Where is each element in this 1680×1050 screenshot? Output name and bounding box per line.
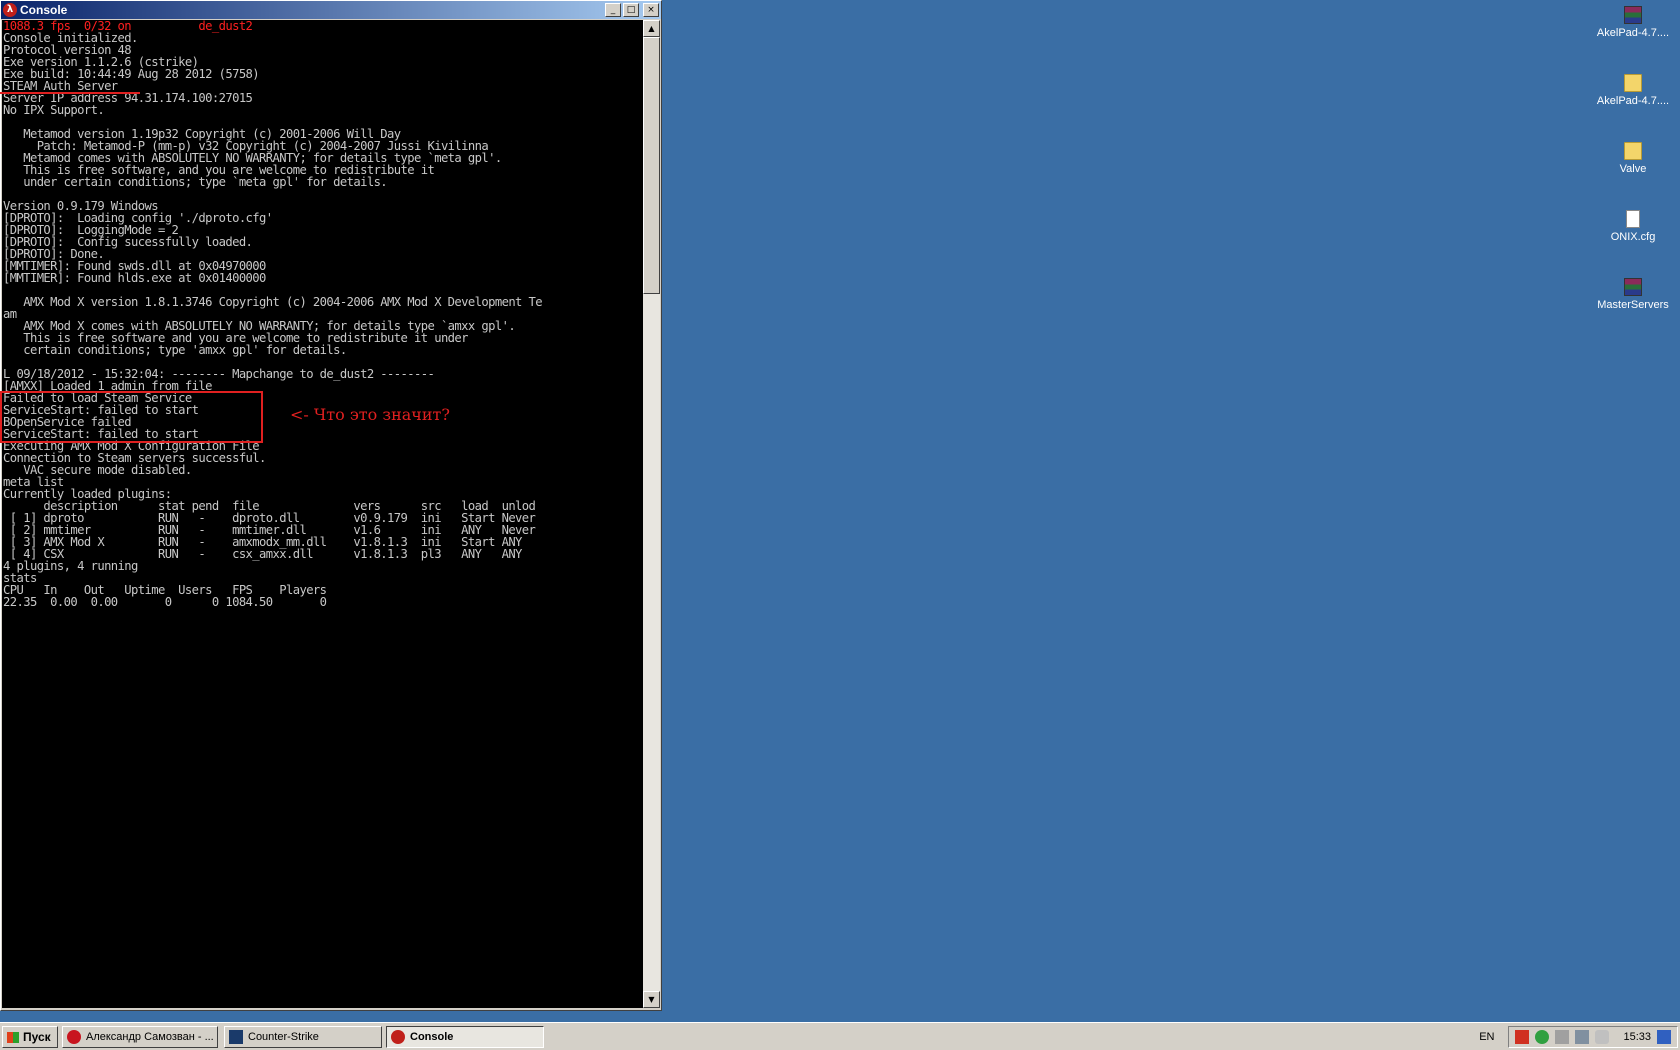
task-label: Александр Самозван - ... bbox=[86, 1031, 214, 1043]
console-line: VAC secure mode disabled. bbox=[3, 463, 192, 477]
task-opera[interactable]: Александр Самозван - ... bbox=[62, 1026, 218, 1048]
clock[interactable]: 15:33 bbox=[1623, 1031, 1651, 1043]
desktop-icon-masterservers[interactable]: MasterServers bbox=[1588, 278, 1678, 311]
half-life-icon: λ bbox=[3, 3, 17, 17]
console-output[interactable]: 1088.3 fps 0/32 on de_dust2 Console init… bbox=[2, 20, 643, 1008]
desktop-icon-valve[interactable]: Valve bbox=[1588, 142, 1678, 175]
volume-icon[interactable] bbox=[1595, 1030, 1610, 1044]
console-line: 22.35 0.00 0.00 0 0 1084.50 0 bbox=[3, 595, 327, 609]
console-text: Console initialized. Protocol version 48 E… bbox=[2, 32, 643, 608]
rar-archive-icon bbox=[1624, 278, 1642, 296]
vertical-scrollbar[interactable]: ▲ ▼ bbox=[643, 20, 660, 1008]
desktop-icon-label: AkelPad-4.7.... bbox=[1596, 27, 1670, 39]
windows-logo-icon bbox=[7, 1031, 19, 1043]
console-line: AMX Mod X version 1.8.1.3746 Copyright (… bbox=[3, 295, 543, 309]
scroll-down-button[interactable]: ▼ bbox=[643, 991, 660, 1008]
console-line: [MMTIMER]: Found hlds.exe at 0x01400000 bbox=[3, 271, 266, 285]
minimize-button[interactable]: _ bbox=[605, 3, 621, 17]
folder-icon bbox=[1624, 142, 1642, 160]
console-line: 4 plugins, 4 running bbox=[3, 559, 138, 573]
close-button[interactable]: × bbox=[643, 3, 659, 17]
desktop-icon-label: MasterServers bbox=[1597, 299, 1669, 311]
language-indicator[interactable]: EN bbox=[1479, 1031, 1494, 1043]
desktop-icon-label: Valve bbox=[1619, 163, 1647, 175]
task-counter-strike[interactable]: Counter-Strike bbox=[224, 1026, 382, 1048]
scroll-up-button[interactable]: ▲ bbox=[643, 20, 660, 37]
window-title: Console bbox=[20, 3, 68, 17]
highlight-underline bbox=[0, 92, 140, 94]
desktop-icon-akelpad-folder[interactable]: AkelPad-4.7.... bbox=[1588, 74, 1678, 107]
system-tray: EN 15:33 bbox=[1479, 1026, 1678, 1048]
notification-area: 15:33 bbox=[1508, 1026, 1678, 1048]
desktop-icon-onix-cfg[interactable]: ONIX.cfg bbox=[1588, 210, 1678, 243]
console-line: certain conditions; type 'amxx gpl' for … bbox=[3, 343, 347, 357]
rar-archive-icon bbox=[1624, 6, 1642, 24]
annotation-text: <- Что это значит? bbox=[290, 405, 450, 424]
task-label: Counter-Strike bbox=[248, 1031, 319, 1043]
file-icon bbox=[1626, 210, 1640, 228]
network-error-icon[interactable] bbox=[1555, 1030, 1570, 1044]
network-icon[interactable] bbox=[1535, 1030, 1550, 1044]
start-button[interactable]: Пуск bbox=[2, 1026, 58, 1048]
desktop-icon-akelpad-archive[interactable]: AkelPad-4.7.... bbox=[1588, 6, 1678, 39]
console-line: under certain conditions; type `meta gpl… bbox=[3, 175, 388, 189]
taskbar: Пуск Александр Самозван - ... Counter-St… bbox=[0, 1022, 1680, 1050]
console-line: No IPX Support. bbox=[3, 103, 105, 117]
display-icon[interactable] bbox=[1575, 1030, 1590, 1044]
console-window[interactable]: λ Console _ □ × 1088.3 fps 0/32 on de_du… bbox=[0, 0, 662, 1011]
window-controls: _ □ × bbox=[605, 3, 659, 17]
half-life-icon bbox=[391, 1030, 405, 1044]
task-label: Console bbox=[410, 1031, 454, 1043]
start-label: Пуск bbox=[23, 1030, 51, 1044]
counter-strike-icon bbox=[229, 1030, 243, 1044]
desktop-icon-label: ONIX.cfg bbox=[1610, 231, 1656, 243]
task-console[interactable]: Console bbox=[386, 1026, 544, 1048]
title-bar[interactable]: λ Console _ □ × bbox=[1, 1, 661, 19]
maximize-button[interactable]: □ bbox=[623, 3, 639, 17]
show-desktop-icon[interactable] bbox=[1657, 1030, 1671, 1044]
desktop-icon-label: AkelPad-4.7.... bbox=[1596, 95, 1670, 107]
scroll-thumb[interactable] bbox=[643, 37, 660, 294]
folder-icon bbox=[1624, 74, 1642, 92]
highlight-box bbox=[0, 391, 263, 443]
opera-icon bbox=[67, 1030, 81, 1044]
antivirus-icon[interactable] bbox=[1515, 1030, 1530, 1044]
